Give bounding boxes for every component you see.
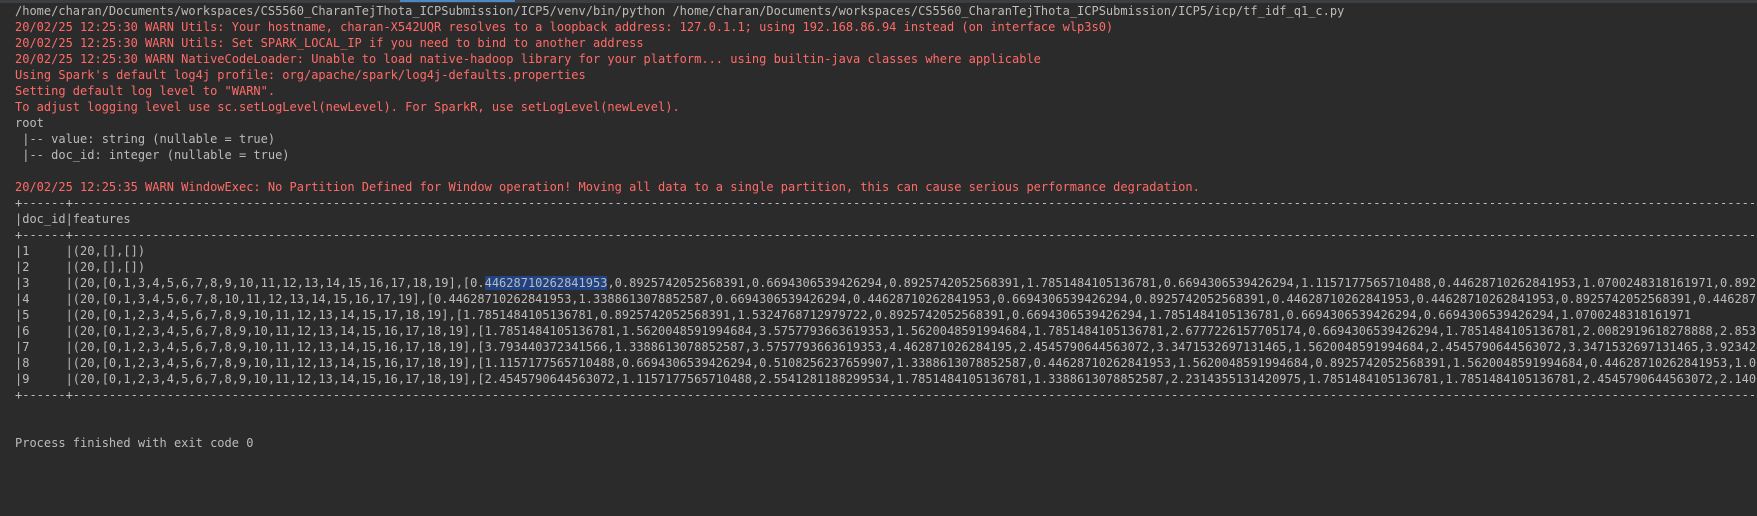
process-exit-message: Process finished with exit code 0: [15, 436, 254, 450]
table-border-bottom: +------+--------------------------------…: [15, 388, 1757, 402]
schema-field-doc-id: |-- doc_id: integer (nullable = true): [15, 148, 290, 162]
row-text-before-selection: |3 |(20,[0,1,3,4,5,6,7,8,9,10,11,12,13,1…: [15, 276, 485, 290]
table-border-top: +------+--------------------------------…: [15, 196, 1757, 210]
table-border-header: +------+--------------------------------…: [15, 228, 1757, 242]
row-text-after-selection: ,0.8925742052568391,0.6694306539426294,0…: [607, 276, 1757, 290]
stderr-line-adjust-logging: To adjust logging level use sc.setLogLev…: [15, 100, 680, 114]
selected-text[interactable]: 44628710262841953: [484, 276, 608, 290]
run-console-output[interactable]: /home/charan/Documents/workspaces/CS5560…: [0, 0, 1757, 516]
